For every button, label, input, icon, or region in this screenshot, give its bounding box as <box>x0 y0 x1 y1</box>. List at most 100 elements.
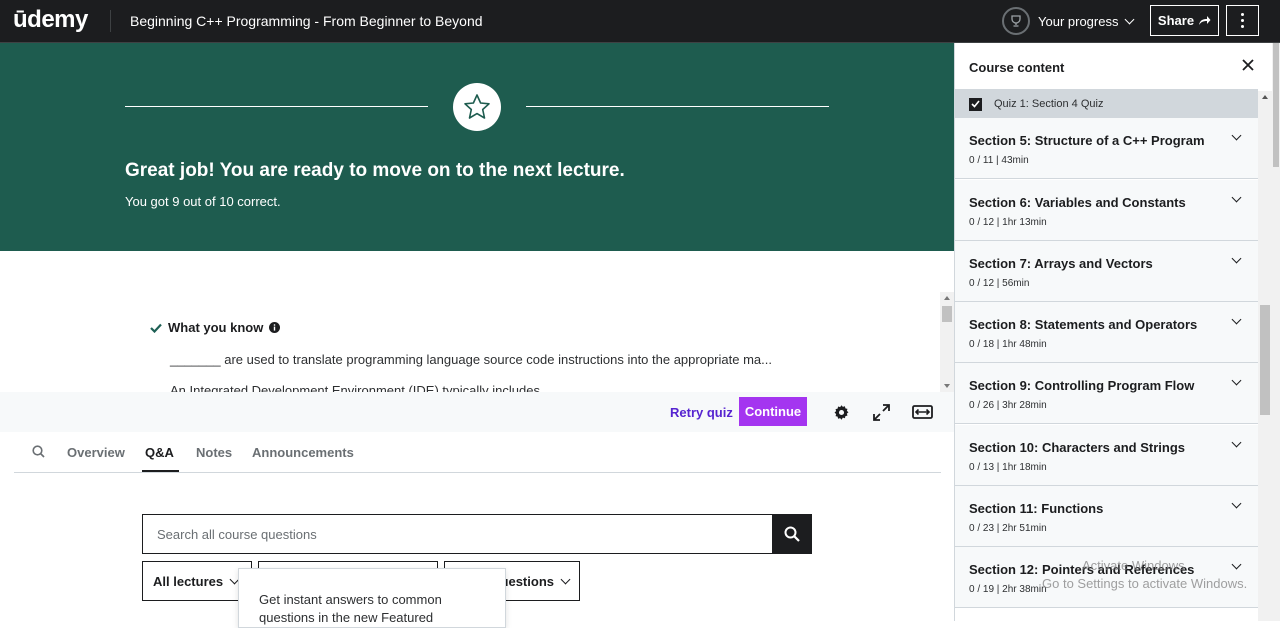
section-item[interactable]: Section 9: Controlling Program Flow 0 / … <box>955 363 1258 424</box>
windows-activation-watermark: Activate Windows Go to Settings to activ… <box>1042 557 1247 593</box>
current-quiz-item[interactable]: Quiz 1: Section 4 Quiz <box>955 90 1258 118</box>
section-item[interactable]: Section 7: Arrays and Vectors 0 / 12 | 5… <box>955 241 1258 302</box>
watermark-title: Activate Windows <box>1082 558 1185 573</box>
section-title: Section 9: Controlling Program Flow <box>969 378 1195 393</box>
chevron-down-icon <box>1231 498 1242 509</box>
progress-label: Your progress <box>1038 13 1119 29</box>
filter-label: All lectures <box>153 573 224 589</box>
section-meta: 0 / 12 | 56min <box>969 278 1030 289</box>
banner-line-left <box>125 106 428 107</box>
chevron-down-icon <box>1231 437 1242 448</box>
section-item[interactable]: Section 10: Characters and Strings 0 / 1… <box>955 425 1258 486</box>
trophy-icon <box>1002 7 1030 35</box>
kebab-dot-icon <box>1241 13 1244 16</box>
section-meta: 0 / 18 | 1hr 48min <box>969 339 1047 350</box>
expand-view-icon[interactable] <box>911 402 933 422</box>
section-title: Section 5: Structure of a C++ Program <box>969 133 1205 148</box>
section-meta: 0 / 12 | 1hr 13min <box>969 217 1047 228</box>
lecture-filter-dropdown[interactable]: All lectures <box>142 561 252 601</box>
kebab-dot-icon <box>1241 19 1244 22</box>
quiz-review: What you know _______ are used to transl… <box>0 251 954 392</box>
header-divider <box>110 10 111 32</box>
quiz-scrollbar[interactable] <box>940 292 954 392</box>
question-item[interactable]: An Integrated Development Environment (I… <box>170 383 540 392</box>
section-item[interactable]: Section 8: Statements and Operators 0 / … <box>955 302 1258 363</box>
section-title: Section 10: Characters and Strings <box>969 440 1186 455</box>
chevron-down-icon <box>1125 14 1135 24</box>
watermark-subtitle: Go to Settings to activate Windows. <box>1042 576 1248 591</box>
section-meta: 0 / 23 | 2hr 51min <box>969 523 1047 534</box>
section-item[interactable]: Section 5: Structure of a C++ Program 0 … <box>955 118 1258 179</box>
scroll-down-arrow-icon[interactable] <box>944 384 950 388</box>
retry-quiz-button[interactable]: Retry quiz <box>670 405 733 420</box>
what-you-know-heading: What you know <box>150 320 281 335</box>
banner-line-right <box>526 106 829 107</box>
info-icon[interactable] <box>269 322 281 333</box>
fullscreen-icon[interactable] <box>871 402 891 422</box>
page-scrollbar[interactable] <box>1272 43 1280 621</box>
top-bar: ūdemy Beginning C++ Programming - From B… <box>0 0 1280 43</box>
scroll-thumb[interactable] <box>1273 43 1279 167</box>
lecture-tabs: Overview Q&A Notes Announcements <box>14 432 941 473</box>
featured-questions-popover: Get instant answers to common questions … <box>238 568 506 628</box>
chevron-down-icon <box>1231 130 1242 141</box>
result-title: Great job! You are ready to move on to t… <box>125 160 625 181</box>
qa-search-button[interactable] <box>772 514 812 554</box>
popover-text: Get instant answers to common questions … <box>259 592 442 625</box>
section-title: Section 7: Arrays and Vectors <box>969 256 1153 271</box>
star-icon <box>464 94 490 119</box>
current-item-label: Quiz 1: Section 4 Quiz <box>994 98 1104 110</box>
section-item[interactable]: Section 6: Variables and Constants 0 / 1… <box>955 180 1258 241</box>
section-meta: 0 / 19 | 2hr 38min <box>969 584 1047 595</box>
course-content-sidebar: Course content Quiz 1: Section 4 Quiz Se… <box>954 43 1258 621</box>
chevron-down-icon <box>1231 253 1242 264</box>
what-you-know-label: What you know <box>168 320 264 335</box>
search-icon <box>784 526 800 542</box>
tab-announcements[interactable]: Announcements <box>252 445 354 460</box>
scroll-thumb[interactable] <box>942 306 952 322</box>
result-score: You got 9 out of 10 correct. <box>125 194 281 209</box>
share-button[interactable]: Share <box>1150 5 1219 36</box>
qa-search-input[interactable]: Search all course questions <box>142 514 773 554</box>
tab-overview[interactable]: Overview <box>67 445 125 460</box>
search-icon[interactable] <box>32 445 45 463</box>
course-title[interactable]: Beginning C++ Programming - From Beginne… <box>130 13 483 29</box>
close-icon[interactable] <box>1241 58 1255 72</box>
settings-gear-icon[interactable] <box>831 402 851 422</box>
quiz-result-banner: Great job! You are ready to move on to t… <box>0 43 954 251</box>
tab-qa[interactable]: Q&A <box>145 445 174 460</box>
question-item[interactable]: _______ are used to translate programmin… <box>170 352 772 367</box>
share-label: Share <box>1157 13 1195 28</box>
chevron-down-icon <box>1231 375 1242 386</box>
kebab-dot-icon <box>1241 25 1244 28</box>
more-options-button[interactable] <box>1226 5 1259 36</box>
sidebar-scrollbar[interactable] <box>1258 91 1272 621</box>
search-placeholder: Search all course questions <box>157 527 317 542</box>
chevron-down-icon <box>1231 314 1242 325</box>
udemy-logo[interactable]: ūdemy <box>13 6 88 34</box>
share-arrow-icon <box>1199 16 1211 25</box>
active-tab-indicator <box>142 470 179 472</box>
section-title: Section 8: Statements and Operators <box>969 317 1198 332</box>
section-meta: 0 / 26 | 3hr 28min <box>969 400 1047 411</box>
tab-notes[interactable]: Notes <box>196 445 232 460</box>
scroll-up-arrow-icon[interactable] <box>944 296 950 300</box>
scroll-thumb[interactable] <box>1260 305 1270 415</box>
section-title: Section 11: Functions <box>969 501 1104 516</box>
section-meta: 0 / 11 | 43min <box>969 155 1029 166</box>
continue-button[interactable]: Continue <box>739 397 807 426</box>
logo-text: ūdemy <box>13 6 88 33</box>
chevron-down-icon <box>1231 192 1242 203</box>
checkbox-checked-icon[interactable] <box>969 97 982 111</box>
scroll-up-arrow-icon[interactable] <box>1262 95 1268 99</box>
filter-label: uestions <box>500 573 554 589</box>
sidebar-header: Course content <box>955 43 1258 90</box>
progress-dropdown[interactable]: Your progress <box>1002 6 1135 36</box>
section-item[interactable]: Section 11: Functions 0 / 23 | 2hr 51min <box>955 486 1258 547</box>
sidebar-title: Course content <box>969 60 1065 75</box>
chevron-down-icon <box>560 574 571 584</box>
checkmark-icon <box>150 323 162 333</box>
star-badge <box>453 83 501 131</box>
section-meta: 0 / 13 | 1hr 18min <box>969 462 1047 473</box>
quiz-control-bar: Retry quiz Continue <box>0 392 954 432</box>
